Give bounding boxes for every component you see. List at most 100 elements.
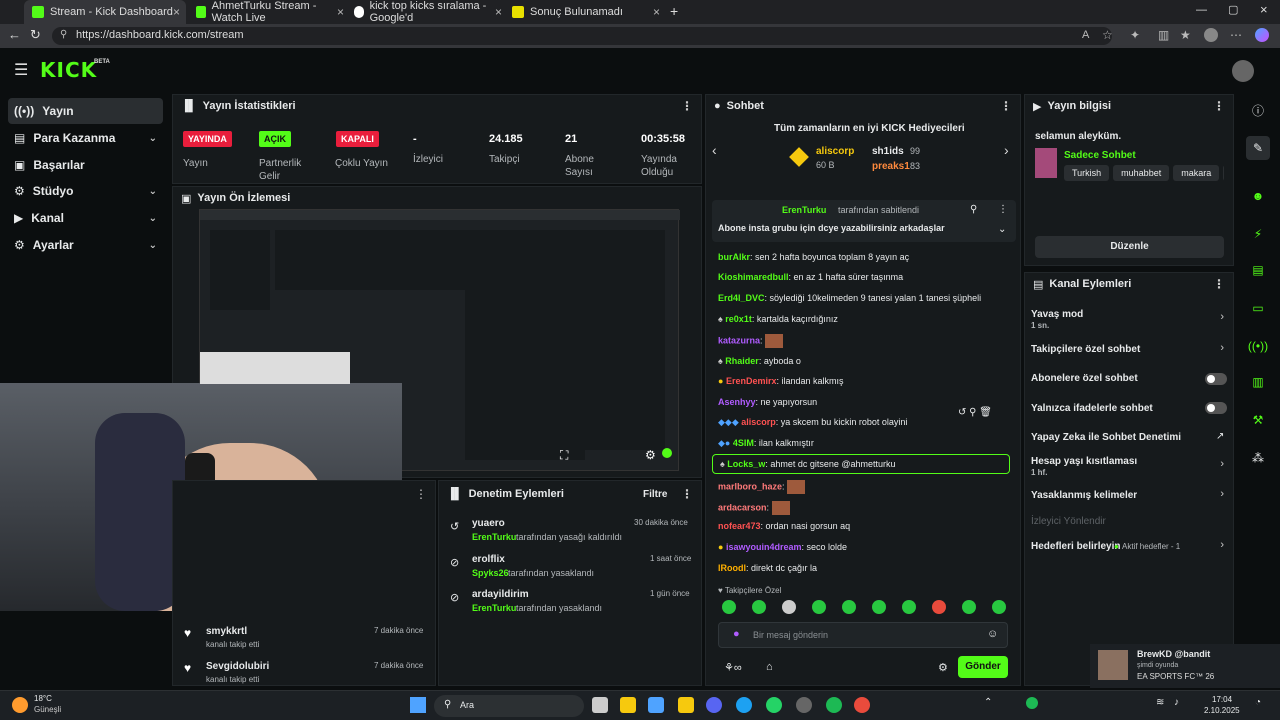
more-menu-icon[interactable]: ⋯ bbox=[1230, 28, 1242, 42]
chevron-right-icon[interactable]: › bbox=[1220, 311, 1224, 323]
mod-actor[interactable]: ErenTurku bbox=[472, 532, 516, 542]
close-tab-icon[interactable]: × bbox=[495, 5, 502, 19]
chat-username[interactable]: 4SIM bbox=[733, 438, 754, 448]
chat-username[interactable]: Kioshimaredbull bbox=[718, 272, 789, 282]
tag[interactable]: muhabbet bbox=[1113, 165, 1170, 181]
emote-icon[interactable] bbox=[932, 600, 946, 614]
chat-username[interactable]: ardacarson bbox=[718, 502, 767, 512]
store-icon[interactable]: ⌂ bbox=[766, 661, 773, 673]
chat-username[interactable]: lRoodl bbox=[718, 563, 746, 573]
emoji-icon[interactable]: ☺ bbox=[987, 628, 998, 640]
weather-temp[interactable]: 18°C bbox=[34, 694, 52, 703]
notification-bell-icon[interactable]: ◔ bbox=[1255, 697, 1261, 708]
gifter-name[interactable]: aliscorp bbox=[816, 146, 854, 157]
close-tab-icon[interactable]: × bbox=[337, 5, 344, 19]
clipboard-icon[interactable]: ▤ bbox=[1246, 258, 1270, 282]
chrome-icon[interactable] bbox=[854, 697, 870, 713]
tab-stream-dashboard[interactable]: Stream - Kick Dashboard × bbox=[24, 0, 186, 24]
chevron-right-icon[interactable]: › bbox=[1220, 458, 1224, 470]
pin-icon[interactable]: ⚲ bbox=[970, 204, 977, 215]
gifter-name[interactable]: sh1ids bbox=[872, 146, 904, 157]
url-field[interactable]: ⚲ https://dashboard.kick.com/stream bbox=[52, 27, 1112, 45]
filter-button[interactable]: Filtre bbox=[643, 489, 667, 500]
chat-username[interactable]: burAlkr bbox=[718, 252, 750, 262]
account-age-label[interactable]: Hesap yaşı kısıtlaması bbox=[1031, 456, 1137, 467]
close-tab-icon[interactable]: × bbox=[173, 5, 180, 19]
settings-gear-icon[interactable]: ⚙ bbox=[645, 448, 656, 462]
category-name[interactable]: Sadece Sohbet bbox=[1064, 150, 1136, 161]
discord-icon[interactable] bbox=[706, 697, 722, 713]
chevron-down-icon[interactable]: ⌄ bbox=[998, 224, 1006, 235]
microphone-icon[interactable]: ● bbox=[733, 628, 740, 640]
sidebar-item-para-kazanma[interactable]: ▤ Para Kazanma ⌄ bbox=[8, 125, 163, 151]
sidebar-item-studyo[interactable]: ⚙ Stüdyo ⌄ bbox=[8, 178, 163, 204]
split-screen-icon[interactable]: ▥ bbox=[1158, 28, 1169, 42]
fullscreen-icon[interactable]: ⛶ bbox=[560, 448, 568, 463]
tab-watch-live[interactable]: AhmetTurku Stream - Watch Live × bbox=[188, 0, 350, 24]
follower-name[interactable]: smykkrtl bbox=[206, 626, 247, 637]
extensions-icon[interactable]: ✦ bbox=[1130, 28, 1140, 42]
chat-username[interactable]: Rhaider bbox=[725, 356, 759, 366]
emote-icon[interactable] bbox=[872, 600, 886, 614]
chat-username[interactable]: Asenhyy bbox=[718, 397, 756, 407]
mod-target-user[interactable]: yuaero bbox=[472, 518, 505, 529]
chat-username[interactable]: re0x1t bbox=[725, 314, 752, 324]
maximize-icon[interactable]: ▢ bbox=[1228, 3, 1238, 16]
emote-icon[interactable] bbox=[902, 600, 916, 614]
chat-bubble-icon[interactable]: ▭ bbox=[1246, 296, 1270, 320]
hamburger-menu-icon[interactable]: ☰ bbox=[14, 60, 28, 80]
spotify-icon[interactable] bbox=[826, 697, 842, 713]
wifi-icon[interactable]: ≋ bbox=[1156, 697, 1164, 708]
sidebar-item-yayin[interactable]: ((•)) Yayın bbox=[8, 98, 163, 124]
copilot-taskbar-icon[interactable] bbox=[648, 697, 664, 713]
kick-logo[interactable]: KICK bbox=[40, 58, 97, 82]
emote-icon[interactable] bbox=[812, 600, 826, 614]
close-tab-icon[interactable]: × bbox=[653, 5, 660, 19]
chat-action-icons[interactable]: ↺ ⚲ 🗑 bbox=[958, 407, 992, 418]
emotes-only-toggle[interactable] bbox=[1205, 402, 1227, 414]
copilot-icon[interactable] bbox=[1255, 28, 1269, 42]
more-options-icon[interactable]: ⋮ bbox=[1000, 99, 1012, 113]
folder-icon[interactable] bbox=[678, 697, 694, 713]
lightning-icon[interactable]: ⚡ bbox=[1246, 222, 1270, 246]
favorites-icon[interactable]: ★ bbox=[1180, 28, 1191, 42]
wrench-icon[interactable]: ⚒ bbox=[1246, 408, 1270, 432]
moderator-icon[interactable]: ☻ bbox=[1246, 184, 1270, 208]
whatsapp-icon[interactable] bbox=[766, 697, 782, 713]
set-goals-label[interactable]: Hedefleri belirleyin bbox=[1031, 541, 1120, 552]
more-options-icon[interactable]: ⋮ bbox=[998, 204, 1008, 215]
spotify-tray-icon[interactable] bbox=[1026, 697, 1038, 709]
more-options-icon[interactable]: ⋮ bbox=[681, 487, 693, 501]
app-icon[interactable] bbox=[796, 697, 812, 713]
chat-username[interactable]: aliscorp bbox=[741, 417, 776, 427]
site-info-icon[interactable]: ⚲ bbox=[60, 29, 67, 40]
mod-target-user[interactable]: erolflix bbox=[472, 554, 505, 565]
tab-no-results[interactable]: Sonuç Bulunamadı × bbox=[504, 0, 666, 24]
emote-icon[interactable] bbox=[962, 600, 976, 614]
tools-icon[interactable]: ⚘∞ bbox=[724, 661, 742, 674]
user-avatar[interactable] bbox=[1232, 60, 1254, 82]
followers-only-chat-label[interactable]: Takipçilere özel sohbet bbox=[1031, 344, 1140, 355]
more-options-icon[interactable]: ⋮ bbox=[415, 487, 427, 501]
chevron-right-icon[interactable]: › bbox=[1220, 539, 1224, 551]
chat-username[interactable]: isawyouin4dream bbox=[726, 542, 802, 552]
chevron-right-icon[interactable]: › bbox=[1004, 142, 1009, 158]
emote-icon[interactable] bbox=[992, 600, 1006, 614]
more-options-icon[interactable]: ⋮ bbox=[681, 99, 693, 113]
sidebar-item-kanal[interactable]: ▶ Kanal ⌄ bbox=[8, 205, 163, 231]
new-tab-icon[interactable]: + bbox=[670, 3, 678, 19]
emote-icon[interactable] bbox=[842, 600, 856, 614]
pinned-by-user[interactable]: ErenTurku bbox=[782, 205, 826, 215]
file-explorer-icon[interactable] bbox=[620, 697, 636, 713]
subscribers-only-toggle[interactable] bbox=[1205, 373, 1227, 385]
chat-username[interactable]: marlboro_haze bbox=[718, 481, 782, 491]
sidebar-item-basarilar[interactable]: ▣ Başarılar bbox=[8, 152, 163, 178]
mod-actor[interactable]: ErenTurku bbox=[472, 603, 516, 613]
chat-username[interactable]: nofear473 bbox=[718, 521, 761, 531]
mod-actor[interactable]: Spyks26 bbox=[472, 568, 509, 578]
refresh-icon[interactable]: ↻ bbox=[30, 27, 41, 43]
taskbar-search[interactable]: ⚲ Ara bbox=[434, 695, 584, 717]
info-circle-icon[interactable]: ⓘ bbox=[1246, 98, 1270, 122]
tab-google-search[interactable]: kick top kicks sıralama - Google'd × bbox=[346, 0, 508, 24]
game-notification[interactable]: BrewKD @bandit şimdi oyunda EA SPORTS FC… bbox=[1090, 644, 1280, 688]
